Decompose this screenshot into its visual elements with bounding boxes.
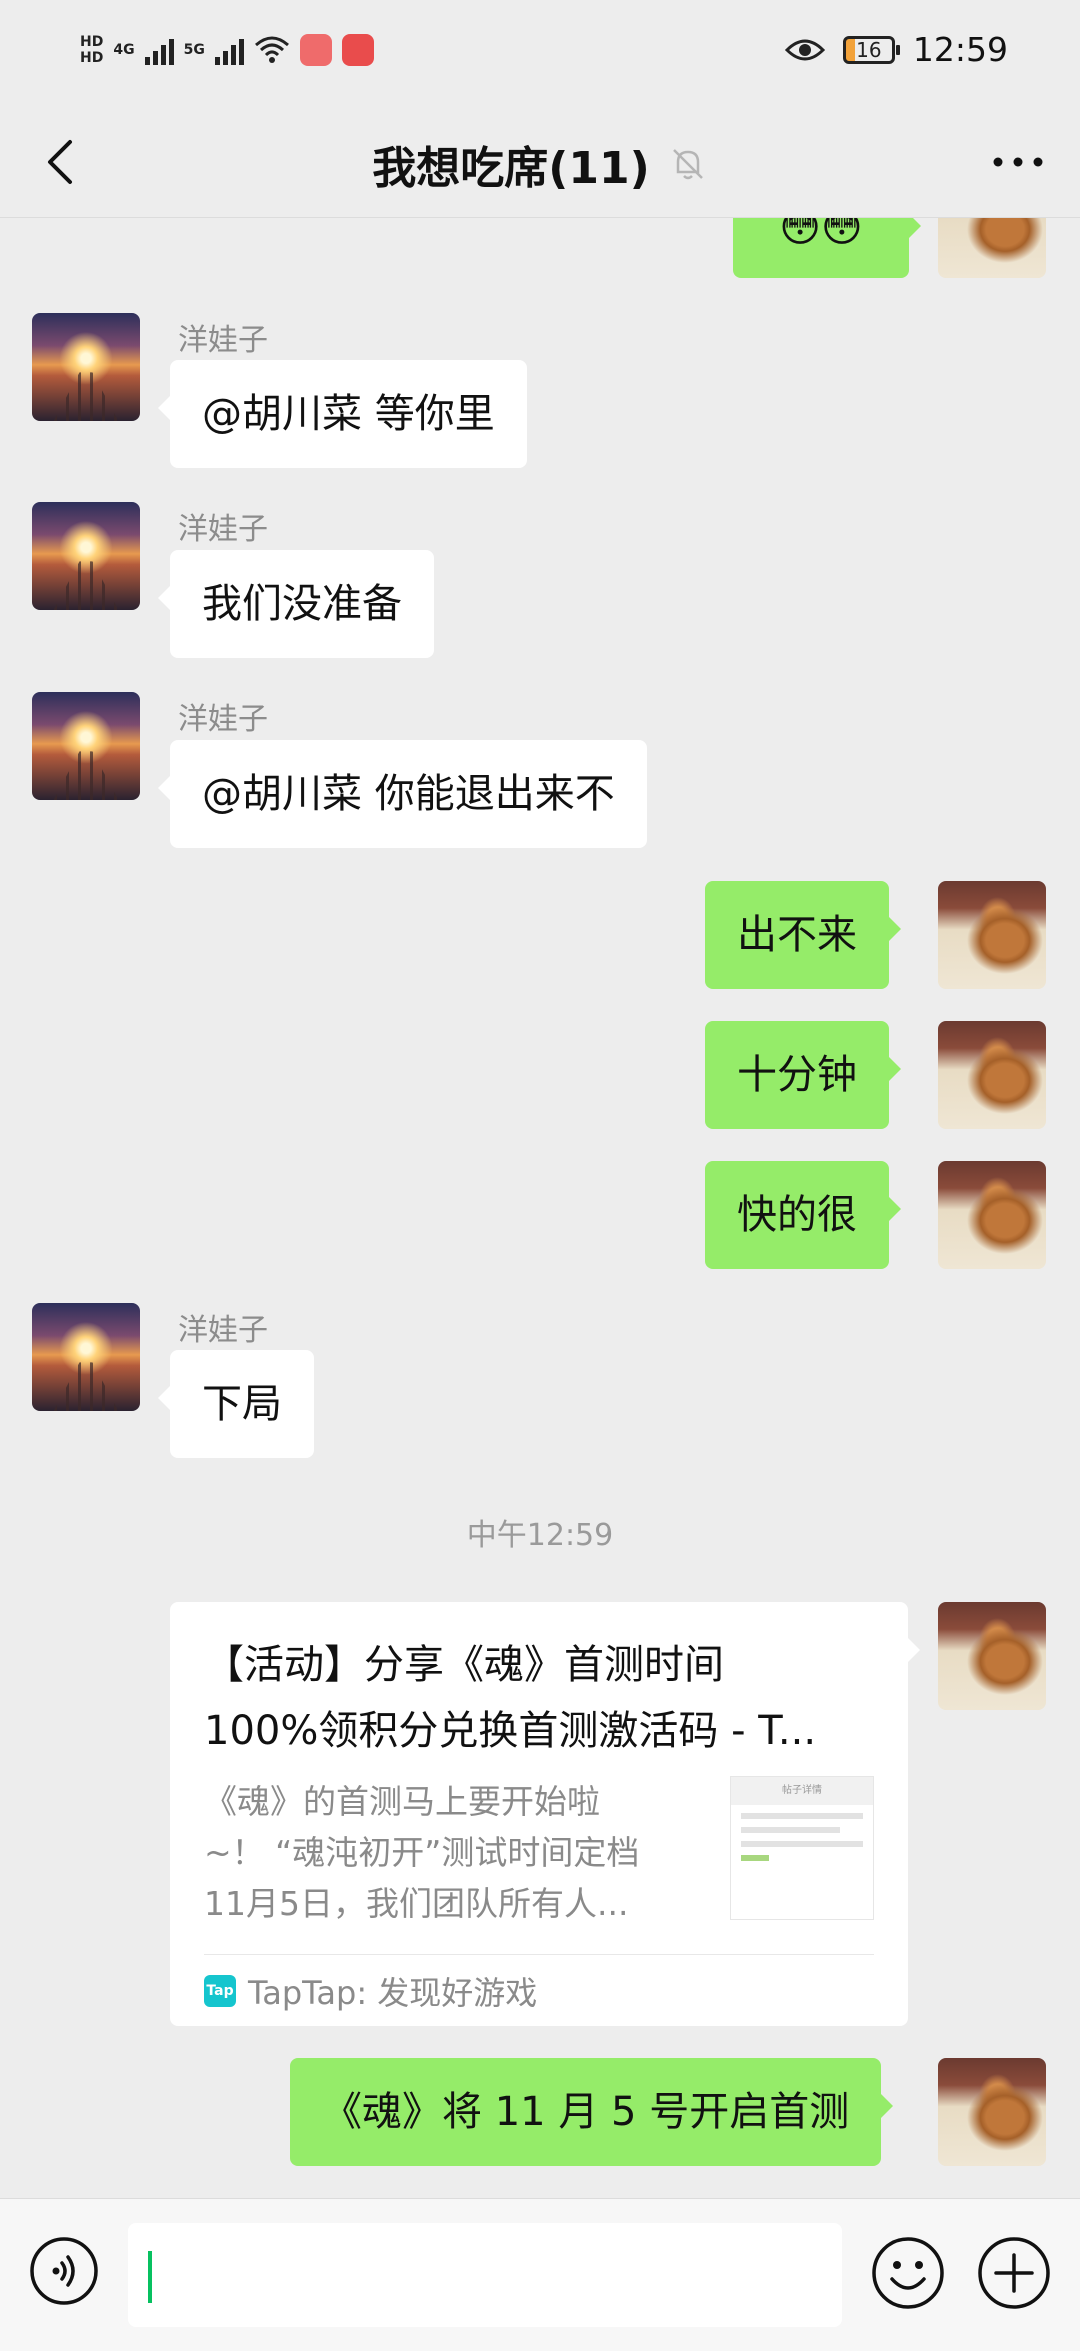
- avatar-sender[interactable]: [32, 692, 140, 800]
- thumbnail-line: [741, 1813, 863, 1819]
- card-source: Tap TapTap: 发现好游戏: [204, 1968, 537, 2014]
- avatar-self[interactable]: [938, 1021, 1046, 1129]
- sender-name: 洋娃子: [178, 1313, 268, 1348]
- message-text: 我们没准备: [202, 581, 402, 627]
- sender-name: 洋娃子: [178, 323, 268, 358]
- message-list[interactable]: 😳😳 洋娃子 @胡川菜 等你里 洋娃子 我们没准备 洋娃子 @胡川菜 你能退出来…: [0, 218, 1080, 2198]
- card-title: 【活动】分享《魂》首测时间 100%领积分兑换首测激活码 - T...: [204, 1632, 874, 1764]
- battery-icon: 16: [842, 35, 900, 64]
- message-bubble-self[interactable]: 出不来: [705, 881, 901, 989]
- card-source-name: TapTap: 发现好游戏: [248, 1974, 538, 2012]
- thumbnail-header: 帖子详情: [731, 1777, 873, 1805]
- plus-icon[interactable]: [976, 2235, 1052, 2311]
- voice-icon[interactable]: [28, 2235, 100, 2307]
- partial-emoji-bubble[interactable]: 😳😳: [733, 218, 921, 278]
- card-desc-line-2: ~！ “魂沌初开”测试时间定档: [204, 1833, 640, 1872]
- chat-header: 我想吃席(11): [0, 110, 1080, 218]
- avatar-sender[interactable]: [32, 313, 140, 421]
- message-bubble[interactable]: 我们没准备: [158, 550, 434, 658]
- sender-name: 洋娃子: [178, 512, 268, 547]
- input-bar: [0, 2198, 1080, 2351]
- more-dots-icon[interactable]: [986, 130, 1050, 194]
- wifi-icon: [254, 36, 289, 63]
- signal-icon-2: [214, 35, 244, 65]
- network-type-1: 4G: [113, 42, 135, 58]
- avatar-self[interactable]: [938, 881, 1046, 989]
- message-bubble[interactable]: @胡川菜 你能退出来不: [158, 740, 647, 848]
- message-bubble-self[interactable]: 《魂》将 11 月 5 号开启首测: [290, 2058, 894, 2166]
- status-icons-left: HD HD 4G 5G: [80, 34, 374, 66]
- thumbnail-line: [741, 1841, 863, 1847]
- notification-app-icon: [299, 34, 332, 66]
- message-input[interactable]: [128, 2223, 842, 2327]
- status-icons-right: 16 12:59: [784, 30, 1008, 69]
- card-title-line-2: 100%领积分兑换首测激活码 - T...: [204, 1708, 817, 1754]
- message-text: 下局: [202, 1381, 282, 1427]
- avatar-self[interactable]: [938, 218, 1046, 278]
- message-text: 《魂》将 11 月 5 号开启首测: [322, 2089, 850, 2135]
- avatar-self[interactable]: [938, 1161, 1046, 1269]
- hd-label-2: HD: [80, 50, 104, 66]
- message-text: @胡川菜 等你里: [202, 391, 495, 437]
- message-text: 十分钟: [737, 1052, 857, 1098]
- message-bubble-self[interactable]: 快的很: [705, 1161, 901, 1269]
- emoji-text: 😳😳: [779, 218, 863, 251]
- text-caret: [148, 2251, 152, 2303]
- message-text: @胡川菜 你能退出来不: [202, 771, 615, 817]
- message-text: 出不来: [737, 912, 857, 958]
- clock: 12:59: [912, 30, 1008, 69]
- taptap-logo-icon: Tap: [204, 1975, 236, 2007]
- hd-label-1: HD: [80, 34, 104, 50]
- avatar-sender[interactable]: [32, 1303, 140, 1411]
- eye-icon: [784, 39, 825, 60]
- bell-muted-icon: [672, 149, 703, 180]
- chat-title: 我想吃席(11): [372, 143, 650, 194]
- message-bubble[interactable]: @胡川菜 等你里: [158, 360, 527, 468]
- avatar-self[interactable]: [938, 2058, 1046, 2166]
- message-bubble[interactable]: 下局: [158, 1350, 314, 1458]
- battery-level: 16: [856, 37, 882, 62]
- time-divider: 中午12:59: [466, 1518, 614, 1553]
- chat-title-wrap: 我想吃席(11): [0, 110, 1080, 218]
- thumbnail-line: [741, 1855, 770, 1861]
- message-text: 快的很: [737, 1192, 857, 1238]
- card-thumbnail: 帖子详情: [730, 1776, 874, 1920]
- card-desc-line-1: 《魂》的首测马上要开始啦: [204, 1782, 600, 1821]
- status-bar: HD HD 4G 5G 16 12:59: [0, 0, 1080, 110]
- notification-book-icon: [341, 34, 374, 66]
- card-title-line-1: 【活动】分享《魂》首测时间: [204, 1642, 724, 1688]
- hd-indicator: HD HD: [80, 34, 103, 66]
- message-bubble-self[interactable]: 十分钟: [705, 1021, 901, 1129]
- signal-icon: [144, 35, 174, 65]
- emoji-icon[interactable]: [870, 2235, 946, 2311]
- card-divider: [204, 1954, 874, 1955]
- card-desc-line-3: 11月5日，我们团队所有人...: [204, 1884, 629, 1923]
- card-description: 《魂》的首测马上要开始啦 ~！ “魂沌初开”测试时间定档 11月5日，我们团队所…: [204, 1776, 704, 1929]
- thumbnail-line: [741, 1827, 841, 1833]
- link-card[interactable]: 【活动】分享《魂》首测时间 100%领积分兑换首测激活码 - T... 《魂》的…: [170, 1602, 920, 2026]
- network-type-2: 5G: [183, 42, 205, 58]
- sender-name: 洋娃子: [178, 702, 268, 737]
- avatar-sender[interactable]: [32, 502, 140, 610]
- avatar-self[interactable]: [938, 1602, 1046, 1710]
